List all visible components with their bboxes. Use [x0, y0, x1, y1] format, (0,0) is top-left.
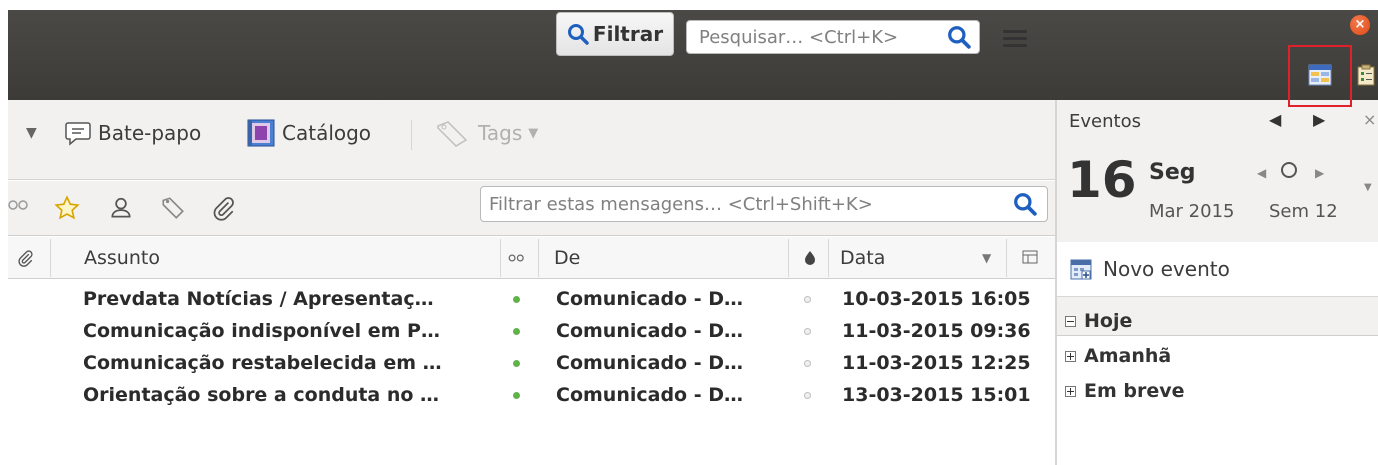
- events-pane: Eventos ◀ ▶ × 16 Seg ◀ ▶ ▼ Mar 2015 Sem …: [1057, 100, 1378, 465]
- date-column-header[interactable]: Data: [840, 237, 885, 279]
- close-pane-icon[interactable]: ×: [1363, 110, 1376, 129]
- table-row[interactable]: Orientação sobre a conduta no … Comunica…: [8, 379, 1055, 411]
- next-day-icon[interactable]: ▶: [1315, 166, 1324, 180]
- from-column-header[interactable]: De: [554, 237, 580, 279]
- attachment-column-icon[interactable]: [16, 237, 34, 279]
- toolbar-separator: [411, 120, 412, 150]
- message-from: Comunicado - D…: [556, 320, 743, 342]
- message-date: 10-03-2015 16:05: [842, 288, 1031, 310]
- search-placeholder: Pesquisar… <Ctrl+K>: [699, 26, 899, 48]
- junk-dot: [804, 327, 811, 335]
- section-soon[interactable]: Em breve: [1065, 380, 1185, 402]
- hamburger-menu-icon[interactable]: [1003, 30, 1027, 48]
- previous-arrow-icon[interactable]: ◀: [1269, 110, 1281, 129]
- thread-dot: [513, 327, 520, 335]
- sort-descending-icon: ▼: [982, 251, 992, 265]
- table-row[interactable]: Comunicação indisponível em P… Comunicad…: [8, 315, 1055, 347]
- thread-dot: [513, 295, 520, 303]
- thread-dot: [513, 391, 520, 399]
- dropdown-arrow-icon[interactable]: ▼: [26, 118, 37, 148]
- tasks-icon[interactable]: [1356, 64, 1376, 86]
- tags-button[interactable]: Tags ▼: [432, 118, 538, 148]
- column-divider: [1006, 239, 1007, 277]
- section-soon-label: Em breve: [1084, 380, 1185, 402]
- message-filter-input[interactable]: Filtrar estas mensagens… <Ctrl+Shift+K>: [480, 186, 1048, 222]
- message-date: 11-03-2015 09:36: [842, 320, 1031, 342]
- message-from: Comunicado - D…: [556, 352, 743, 374]
- unread-icon[interactable]: [8, 197, 30, 216]
- column-picker-icon[interactable]: [1022, 237, 1038, 279]
- message-subject: Comunicação indisponível em P…: [83, 320, 440, 342]
- message-list-header: Assunto De Data ▼: [8, 237, 1055, 279]
- table-row[interactable]: Prevdata Notícias / Apresentaç… Comunica…: [8, 283, 1055, 315]
- subject-column-label: Assunto: [84, 247, 160, 269]
- main-toolbar: ▼ Bate-papo Catálogo Tags ▼: [8, 100, 1055, 180]
- weekday-label: Seg: [1149, 160, 1196, 185]
- column-divider: [500, 239, 501, 277]
- new-event-label: Novo evento: [1103, 257, 1230, 281]
- address-book-button[interactable]: Catálogo: [246, 118, 371, 148]
- events-title: Eventos: [1069, 111, 1141, 132]
- month-year: Mar 2015: [1149, 201, 1235, 222]
- section-today-label: Hoje: [1084, 310, 1133, 332]
- collapse-icon[interactable]: [1065, 315, 1076, 327]
- column-divider: [538, 239, 539, 277]
- from-column-label: De: [554, 247, 581, 269]
- chat-button[interactable]: Bate-papo: [64, 118, 201, 148]
- tags-label: Tags: [478, 121, 523, 145]
- message-date: 13-03-2015 15:01: [842, 384, 1031, 406]
- address-book-icon: [246, 118, 276, 148]
- message-subject: Comunicação restabelecida em …: [83, 352, 442, 374]
- address-book-label: Catálogo: [282, 121, 372, 145]
- filter-label: Filtrar: [592, 22, 664, 46]
- star-icon[interactable]: [54, 195, 80, 225]
- column-divider: [788, 239, 789, 277]
- today-icon[interactable]: [1281, 162, 1297, 178]
- expand-icon[interactable]: [1065, 385, 1076, 397]
- junk-dot: [804, 295, 811, 303]
- message-subject: Orientação sobre a conduta no …: [83, 384, 440, 406]
- section-today[interactable]: Hoje: [1065, 310, 1132, 332]
- filter-button[interactable]: Filtrar: [556, 12, 674, 56]
- next-arrow-icon[interactable]: ▶: [1313, 110, 1325, 129]
- chat-label: Bate-papo: [98, 121, 202, 145]
- calendar-new-icon: [1069, 257, 1093, 281]
- junk-dot: [804, 391, 811, 399]
- date-column-label: Data: [840, 247, 886, 269]
- message-subject: Prevdata Notícias / Apresentaç…: [83, 288, 434, 310]
- message-date: 11-03-2015 12:25: [842, 352, 1031, 374]
- events-date-panel: 16 Seg ◀ ▶ ▼ Mar 2015 Sem 12: [1057, 146, 1378, 336]
- filter-placeholder: Filtrar estas mensagens… <Ctrl+Shift+K>: [489, 193, 873, 215]
- new-event-button[interactable]: Novo evento: [1057, 242, 1378, 297]
- close-icon[interactable]: ×: [1350, 15, 1370, 35]
- previous-day-icon[interactable]: ◀: [1257, 166, 1266, 180]
- search-icon: [567, 23, 589, 45]
- contact-icon[interactable]: [108, 195, 134, 225]
- tag-icon[interactable]: [160, 195, 186, 225]
- message-from: Comunicado - D…: [556, 288, 743, 310]
- global-search-input[interactable]: Pesquisar… <Ctrl+K>: [686, 20, 980, 54]
- table-row[interactable]: Comunicação restabelecida em … Comunicad…: [8, 347, 1055, 379]
- expand-icon[interactable]: [1065, 350, 1076, 362]
- section-tomorrow-label: Amanhã: [1084, 345, 1172, 367]
- tag-icon: [432, 118, 472, 148]
- junk-column-icon[interactable]: [804, 237, 816, 279]
- subject-column-header[interactable]: Assunto: [84, 237, 160, 279]
- highlight-box: [1288, 45, 1352, 107]
- column-divider: [50, 239, 51, 277]
- chat-icon: [64, 120, 92, 146]
- section-tomorrow[interactable]: Amanhã: [1065, 345, 1171, 367]
- attachment-icon[interactable]: [210, 195, 236, 225]
- week-number: Sem 12: [1269, 201, 1338, 222]
- expand-icon[interactable]: ▼: [1364, 182, 1372, 193]
- thread-dot: [513, 359, 520, 367]
- column-divider: [828, 239, 829, 277]
- search-icon[interactable]: [1013, 192, 1037, 221]
- junk-dot: [804, 359, 811, 367]
- search-icon[interactable]: [947, 25, 971, 54]
- message-from: Comunicado - D…: [556, 384, 743, 406]
- tags-dropdown-icon: ▼: [528, 125, 539, 141]
- thread-column-icon[interactable]: [508, 237, 526, 279]
- day-number: 16: [1067, 151, 1137, 209]
